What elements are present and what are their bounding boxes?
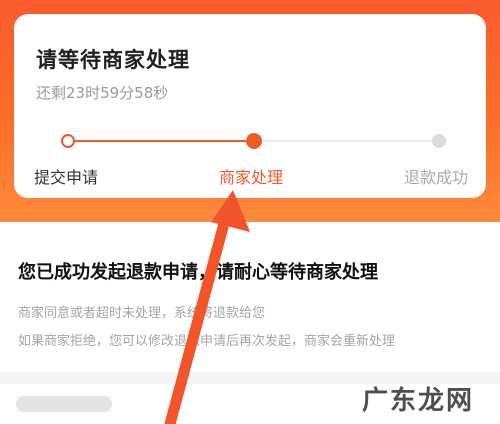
step-node-submit bbox=[61, 134, 75, 148]
step-label-merchant: 商家处理 bbox=[219, 168, 284, 187]
countdown-timer: 还剩23时59分58秒 bbox=[36, 84, 169, 102]
status-title: 请等待商家处理 bbox=[36, 48, 190, 72]
step-node-merchant bbox=[246, 133, 262, 149]
step-node-success bbox=[432, 134, 446, 148]
step-label-success: 退款成功 bbox=[404, 168, 469, 187]
info-heading: 您已成功发起退款申请，请耐心等待商家处理 bbox=[18, 262, 378, 283]
info-line-rejected: 如果商家拒绝，您可以修改退款申请后再次发起，商家会重新处理 bbox=[18, 334, 396, 349]
refund-status-card: 请等待商家处理 还剩23时59分58秒 提交申请 商家处理 退款成功 bbox=[14, 14, 486, 198]
info-line-timeout: 商家同意或者超时未处理，系统将退款给您 bbox=[18, 306, 266, 321]
blurred-text bbox=[16, 396, 112, 412]
progress-track-completed bbox=[74, 140, 246, 142]
refund-info-card: 您已成功发起退款申请，请耐心等待商家处理 商家同意或者超时未处理，系统将退款给您… bbox=[0, 222, 500, 372]
watermark-logo: 广东龙网 bbox=[362, 386, 475, 416]
progress-track-pending bbox=[262, 140, 434, 142]
step-label-submit: 提交申请 bbox=[34, 168, 99, 187]
